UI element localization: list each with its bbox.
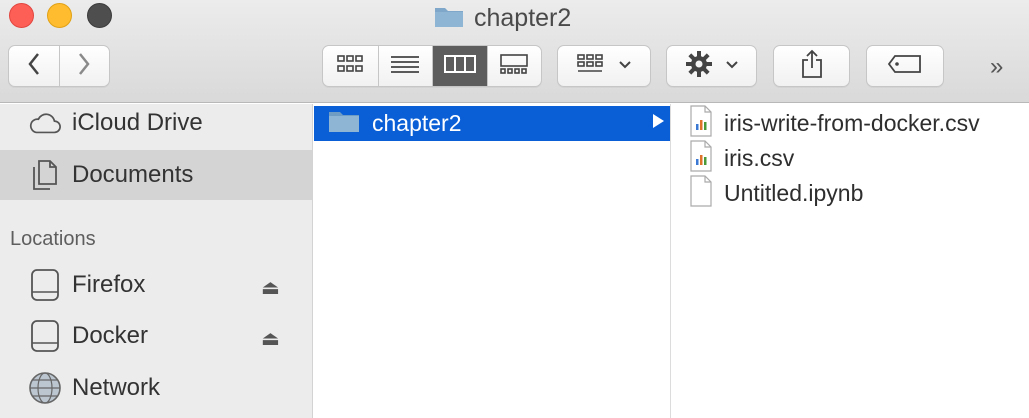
- chevron-left-icon: [27, 52, 41, 81]
- action-menu-button[interactable]: [666, 45, 757, 87]
- sidebar-item-firefox[interactable]: Firefox ⏏: [0, 260, 312, 310]
- sidebar-item-label: iCloud Drive: [72, 109, 203, 136]
- folder-icon: [328, 109, 360, 139]
- chevron-right-icon: [77, 52, 91, 81]
- sidebar-item-label: Network: [72, 374, 161, 401]
- eject-icon[interactable]: ⏏: [261, 275, 280, 300]
- gallery-icon: [499, 53, 529, 80]
- close-window-button[interactable]: [9, 3, 34, 28]
- tag-icon: [887, 54, 923, 79]
- sidebar-item-icloud-drive[interactable]: iCloud Drive: [0, 98, 312, 148]
- csv-file-icon: [688, 139, 714, 178]
- group-grid-icon: [576, 53, 604, 80]
- sidebar: iCloud Drive Documents Locations Firefox…: [0, 104, 313, 418]
- columns-icon: [443, 54, 476, 79]
- gear-icon: [685, 50, 713, 83]
- window-title-text: chapter2: [474, 3, 572, 32]
- documents-icon: [28, 158, 62, 192]
- browser-column-2: iris-write-from-docker.csv iris.csv Unti…: [672, 104, 1029, 418]
- blank-file-icon: [688, 174, 714, 213]
- list-icon: [390, 54, 420, 79]
- forward-button[interactable]: [58, 46, 109, 86]
- gallery-view-button[interactable]: [486, 46, 542, 86]
- window-toolbar: chapter2 »: [0, 0, 1029, 103]
- file-item-label: iris.csv: [724, 145, 795, 171]
- share-icon: [800, 49, 824, 84]
- sidebar-item-documents[interactable]: Documents: [0, 150, 312, 200]
- minimize-window-button[interactable]: [47, 3, 72, 28]
- disclosure-arrow-icon: [653, 114, 664, 128]
- back-button[interactable]: [9, 46, 59, 86]
- file-item-untitled-ipynb[interactable]: Untitled.ipynb: [672, 174, 1029, 213]
- chevron-down-icon: [725, 57, 739, 75]
- cloud-icon: [28, 106, 62, 140]
- sidebar-item-docker[interactable]: Docker ⏏: [0, 311, 312, 361]
- navigation-buttons: [8, 45, 110, 87]
- drive-icon: [28, 319, 62, 353]
- browser-column-1: chapter2: [314, 104, 671, 418]
- sidebar-item-label: Docker: [72, 322, 149, 349]
- view-mode-selector: [322, 45, 542, 87]
- column-item-label: chapter2: [372, 110, 462, 136]
- eject-icon[interactable]: ⏏: [261, 326, 280, 351]
- file-item-iris-csv[interactable]: iris.csv: [672, 139, 1029, 178]
- list-view-button[interactable]: [377, 46, 433, 86]
- fullscreen-window-button[interactable]: [87, 3, 112, 28]
- sidebar-item-network[interactable]: Network: [0, 363, 312, 413]
- file-item-iris-write-from-docker[interactable]: iris-write-from-docker.csv: [672, 104, 1029, 143]
- grid-icon: [336, 54, 364, 79]
- file-item-label: iris-write-from-docker.csv: [724, 110, 980, 136]
- sidebar-item-label: Firefox: [72, 271, 146, 298]
- toolbar-overflow-button[interactable]: »: [990, 53, 1004, 81]
- group-by-button[interactable]: [557, 45, 651, 87]
- drive-icon: [28, 268, 62, 302]
- column-view-button[interactable]: [432, 46, 487, 86]
- column-item-chapter2[interactable]: chapter2: [314, 106, 670, 141]
- globe-icon: [28, 371, 62, 405]
- share-button[interactable]: [773, 45, 850, 87]
- csv-file-icon: [688, 104, 714, 143]
- folder-icon: [434, 4, 464, 33]
- window-title: chapter2: [434, 3, 571, 33]
- file-item-label: Untitled.ipynb: [724, 180, 864, 206]
- sidebar-item-label: Documents: [72, 161, 194, 188]
- chevron-down-icon: [618, 57, 632, 75]
- tags-button[interactable]: [866, 45, 944, 87]
- icon-view-button[interactable]: [323, 46, 378, 86]
- sidebar-section-locations: Locations: [10, 228, 96, 250]
